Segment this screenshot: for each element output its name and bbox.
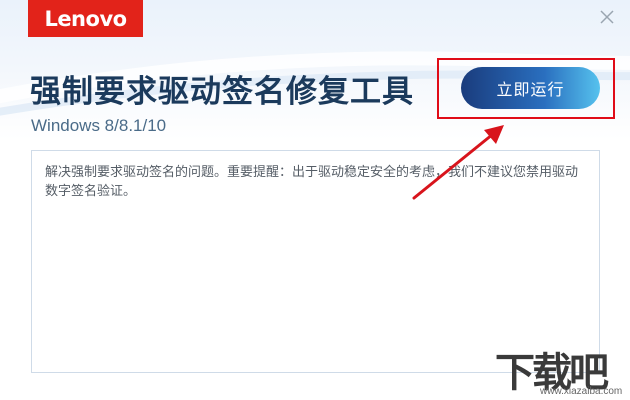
close-icon (600, 10, 614, 24)
logo-text: Lenovo (44, 6, 127, 31)
page-title: 强制要求驱动签名修复工具 (30, 74, 414, 110)
watermark-url: www.xiazaiba.com (540, 386, 623, 397)
close-button[interactable] (596, 6, 618, 28)
message-text: 解决强制要求驱动签名的问题。重要提醒：出于驱动稳定安全的考虑，我们不建议您禁用驱… (45, 165, 579, 199)
app-window: Lenovo 强制要求驱动签名修复工具 Windows 8/8.1/10 立即运… (0, 0, 630, 400)
lenovo-logo: Lenovo (28, 0, 143, 37)
run-now-button[interactable]: 立即运行 (461, 67, 600, 109)
os-version-label: Windows 8/8.1/10 (31, 116, 167, 135)
